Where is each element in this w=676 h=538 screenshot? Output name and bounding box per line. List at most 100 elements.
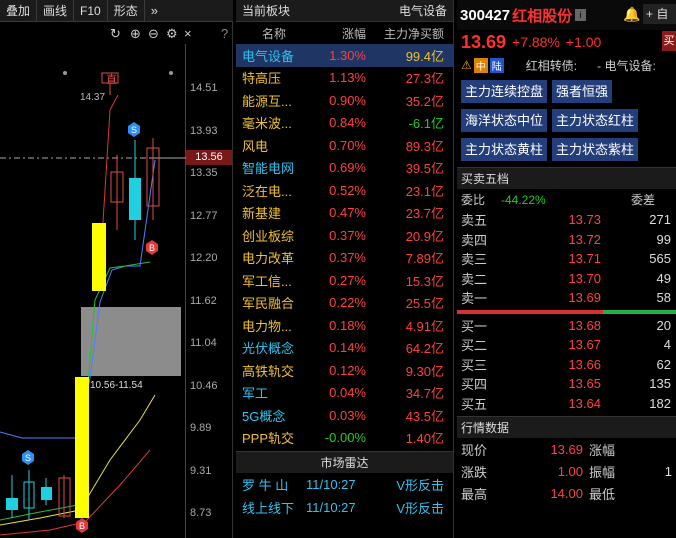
ask-row[interactable]: 卖一 13.69 58 — [457, 288, 676, 308]
buy-tag[interactable]: 买 — [662, 31, 676, 51]
board-row-net: 43.5亿 — [405, 408, 444, 424]
volume-bar-yellow — [75, 377, 89, 518]
radar-stock: 罗 牛 山 — [242, 478, 289, 493]
board-row-net: 20.9亿 — [405, 228, 444, 244]
bid-label: 买三 — [461, 357, 488, 373]
radar-signal: V形反击 — [396, 478, 444, 493]
orderbook-title[interactable]: 买卖五档 — [457, 167, 676, 189]
bid-price: 13.66 — [568, 356, 601, 372]
bid-row[interactable]: 买三 13.66 62 — [457, 355, 676, 375]
bid-volume: 62 — [656, 356, 671, 372]
market-data-title[interactable]: 行情数据 — [457, 416, 676, 438]
stat-label: 振幅 — [589, 464, 616, 480]
bid-row[interactable]: 买四 13.65 135 — [457, 374, 676, 394]
orderbook-separator — [457, 309, 676, 314]
price-axis — [185, 44, 233, 538]
board-title: 当前板块 — [242, 4, 291, 18]
board-list: 电气设备 1.30% 99.4亿 特高压 1.13% 27.3亿 能源互... 0.90% 35… — [236, 44, 453, 449]
bid-row[interactable]: 买五 13.64 182 — [457, 394, 676, 414]
board-row-name: PPP轨交 — [242, 431, 295, 447]
ask-label: 卖二 — [461, 271, 488, 287]
board-row[interactable]: 电力改革 0.37% 7.89亿 — [236, 247, 453, 270]
board-row-pct: 1.13% — [329, 70, 366, 86]
ask-row[interactable]: 卖四 13.72 99 — [457, 230, 676, 250]
board-row-pct: 0.04% — [329, 385, 366, 401]
status-button[interactable]: 主力连续控盘 — [461, 80, 548, 103]
price-tick: 14.51 — [190, 82, 218, 94]
board-row-net: 34.7亿 — [405, 386, 444, 402]
kline-chart-panel[interactable]: 叠加 画线 F10 形态 » ↻ ⊕ ⊖ ⚙ × ? 14.51 13.93 1… — [0, 0, 233, 538]
radar-stock: 线上线下 — [242, 501, 295, 516]
board-row[interactable]: 5G概念 0.03% 43.5亿 — [236, 404, 453, 427]
board-row[interactable]: PPP轨交 -0.00% 1.40亿 — [236, 427, 453, 450]
board-row[interactable]: 电气设备 1.30% 99.4亿 — [236, 44, 453, 67]
status-button[interactable]: 主力状态红柱 — [552, 109, 639, 132]
board-row[interactable]: 能源互... 0.90% 35.2亿 — [236, 89, 453, 112]
board-row[interactable]: 创业板综 0.37% 20.9亿 — [236, 224, 453, 247]
stat-row: 涨跌 1.00 振幅 1 — [457, 460, 676, 482]
board-row[interactable]: 军民融合 0.22% 25.5亿 — [236, 292, 453, 315]
col-name[interactable]: 名称 — [236, 25, 308, 42]
quote-header: 300427 红相股份 i 🔔 + 自 — [457, 0, 676, 30]
board-row-name: 军工 — [242, 386, 269, 402]
change-amount: +1.00 — [565, 34, 602, 50]
price-tick: 11.04 — [190, 337, 217, 349]
board-row[interactable]: 特高压 1.13% 27.3亿 — [236, 67, 453, 90]
radar-row[interactable]: 罗 牛 山 11/10:27 V形反击 — [236, 473, 453, 496]
board-header: 当前板块 电气设备 — [236, 0, 453, 22]
col-net[interactable]: 主力净买额 — [366, 25, 448, 42]
board-row-name: 电力物... — [242, 318, 292, 334]
status-button[interactable]: 主力状态黄柱 — [461, 138, 548, 161]
convertible-bond[interactable]: 红相转债: — [526, 57, 577, 74]
change-pct: +7.88% — [512, 34, 560, 50]
status-button[interactable]: 主力状态紫柱 — [552, 138, 639, 161]
ask-label: 卖一 — [461, 291, 488, 307]
info-icon[interactable]: i — [575, 9, 587, 21]
stock-name: 红相股份 — [512, 7, 573, 25]
board-sector-name[interactable]: 电气设备 — [399, 2, 447, 19]
board-row-net: -6.1亿 — [408, 116, 444, 132]
tag-lu: 陆 — [489, 57, 504, 73]
sector-short[interactable]: - 电气设备: — [597, 57, 656, 74]
weicha-label: 委差 — [631, 193, 656, 207]
board-row[interactable]: 军工 0.04% 34.7亿 — [236, 382, 453, 405]
status-button[interactable]: 海洋状态中位 — [461, 109, 548, 132]
col-pct[interactable]: 涨幅 — [308, 25, 366, 42]
dot-marker — [169, 71, 173, 75]
ask-row[interactable]: 卖二 13.70 49 — [457, 269, 676, 289]
volume-bar-yellow — [92, 223, 106, 291]
svg-text:S: S — [131, 125, 137, 135]
board-row[interactable]: 智能电网 0.69% 39.5亿 — [236, 157, 453, 180]
board-row[interactable]: 新基建 0.47% 23.7亿 — [236, 202, 453, 225]
status-buttons: 主力连续控盘 强者恒强 海洋状态中位 主力状态红柱 主力状态黄柱 主力状态紫柱 — [457, 76, 676, 161]
board-row-pct: -0.00% — [324, 430, 366, 446]
board-row[interactable]: 高铁轨交 0.12% 9.30亿 — [236, 359, 453, 382]
board-row[interactable]: 风电 0.70% 89.3亿 — [236, 134, 453, 157]
ask-price: 13.73 — [568, 212, 601, 228]
stat-value: 13.69 — [550, 441, 583, 457]
bell-icon[interactable]: 🔔 — [623, 6, 640, 22]
svg-text:S: S — [25, 453, 31, 463]
board-row[interactable]: 泛在电... 0.52% 23.1亿 — [236, 179, 453, 202]
board-row-net: 39.5亿 — [405, 161, 444, 177]
board-row[interactable]: 光伏概念 0.14% 64.2亿 — [236, 337, 453, 360]
help-icon[interactable]: ? — [221, 26, 228, 41]
bid-price: 13.68 — [568, 317, 601, 333]
board-row-name: 能源互... — [242, 93, 292, 109]
board-row[interactable]: 毫米波... 0.84% -6.1亿 — [236, 112, 453, 135]
ask-row[interactable]: 卖五 13.73 271 — [457, 210, 676, 230]
stat-row: 最高 14.00 最低 — [457, 482, 676, 504]
add-watchlist-button[interactable]: + 自 — [643, 4, 676, 24]
board-row[interactable]: 电力物... 0.18% 4.91亿 — [236, 314, 453, 337]
bid-row[interactable]: 买二 13.67 4 — [457, 335, 676, 355]
range-label: 10.56-11.54 — [90, 380, 143, 391]
radar-row[interactable]: 线上线下 11/10:27 V形反击 — [236, 496, 453, 519]
bid-row[interactable]: 买一 13.68 20 — [457, 316, 676, 336]
price-tick: 13.35 — [190, 167, 218, 179]
board-row[interactable]: 军工信... 0.27% 15.3亿 — [236, 269, 453, 292]
radar-title: 市场雷达 — [236, 451, 453, 473]
ask-row[interactable]: 卖三 13.71 565 — [457, 249, 676, 269]
status-button[interactable]: 强者恒强 — [552, 80, 613, 103]
radar-time: 11/10:27 — [306, 500, 356, 515]
board-row-name: 军民融合 — [242, 296, 295, 312]
